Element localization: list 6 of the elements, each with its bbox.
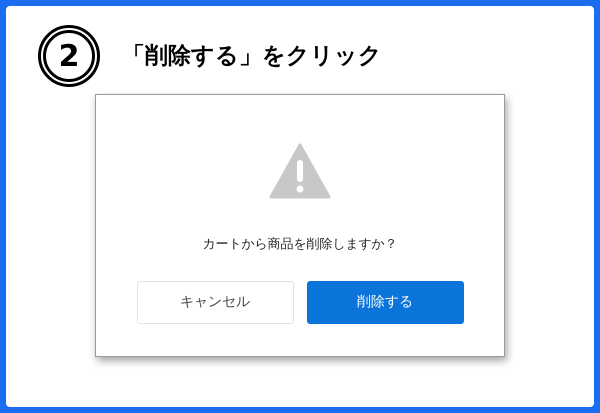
delete-button[interactable]: 削除する <box>306 280 464 324</box>
warning-icon <box>269 143 331 199</box>
dialog-message: カートから商品を削除しますか？ <box>202 236 398 254</box>
instruction-title: 「削除する」をクリック <box>122 42 382 71</box>
cancel-button[interactable]: キャンセル <box>136 280 294 324</box>
step-number: 2 <box>38 25 100 87</box>
